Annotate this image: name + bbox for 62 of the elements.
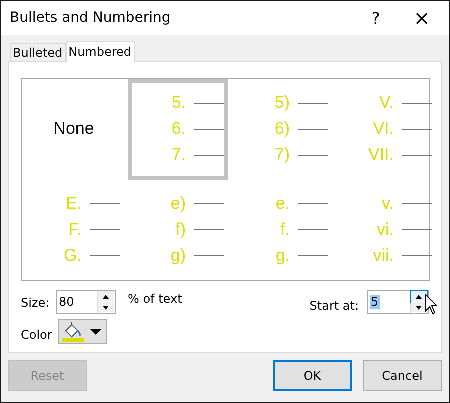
text-line [194,255,224,256]
list-number: VI. [372,119,394,140]
list-number: 7) [274,145,290,166]
start-at-label: Start at: [310,299,359,313]
list-number: E. [64,194,82,214]
text-line [402,154,432,156]
text-line [402,203,432,204]
text-line [90,203,120,204]
size-unit: % of text [128,292,182,306]
text-line [194,102,224,104]
text-line [194,154,224,156]
start-at-value: 5 [370,295,380,309]
text-line [298,154,328,156]
dialog-button[interactable]: Cancel [363,360,442,391]
list-number: F. [68,220,82,240]
window-title: Bullets and Numbering [10,10,172,26]
list-number: e) [170,194,186,214]
close-button[interactable]: × [399,1,445,35]
text-line [194,229,224,230]
option-label: None [54,119,94,140]
list-number: g. [274,246,290,266]
list-number: 6) [274,119,290,140]
help-button[interactable]: ? [353,1,399,35]
text-line [402,128,432,130]
mouse-cursor-icon [425,294,439,316]
tab[interactable]: Numbered [66,41,135,62]
list-number: VII. [367,145,394,166]
tab[interactable]: Bulleted [10,43,66,61]
text-line [298,229,328,230]
list-number: e. [274,194,290,214]
paint-bucket-icon [62,322,84,342]
list-number: f) [174,220,186,240]
style-option[interactable]: None [24,79,124,180]
caret-icon [90,328,102,336]
list-number: 6. [170,119,186,140]
list-number: 7. [170,145,186,166]
list-number: vi. [376,220,394,240]
list-number: G. [63,246,82,266]
list-number: V. [378,93,394,114]
color-picker-button[interactable] [58,319,107,344]
text-line [402,102,432,104]
size-spinner[interactable]: 80 [56,290,116,314]
text-line [90,255,120,256]
list-number: 5) [274,93,290,114]
text-line [402,229,432,230]
size-label: Size: [21,296,51,310]
list-number: f. [280,220,290,240]
color-label: Color [21,328,54,342]
text-line [298,255,328,256]
text-line [402,255,432,256]
text-line [194,128,224,130]
list-number: 5. [170,93,186,114]
text-line [298,203,328,204]
text-line [90,229,120,230]
text-line [298,102,328,104]
list-number: vii. [372,246,394,266]
dialog-button[interactable]: OK [273,360,352,391]
text-line [298,128,328,130]
list-number: g) [170,246,186,266]
size-value: 80 [58,294,76,311]
list-number: v. [381,194,394,214]
text-line [194,203,224,204]
